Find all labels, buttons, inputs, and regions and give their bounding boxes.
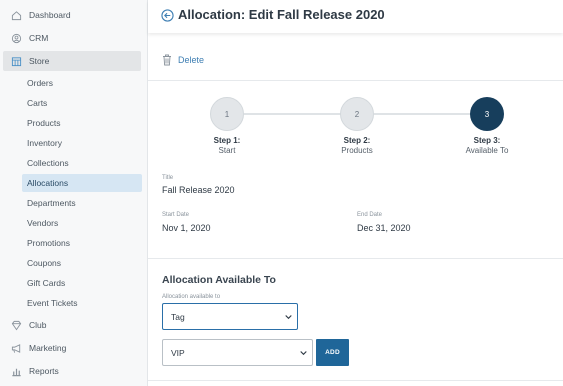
step-2-circle[interactable]: 2 [340,97,374,131]
step-3-label: Step 3: Available To [442,136,532,155]
reports-icon [9,364,23,378]
step-title: Step 2: [343,136,371,145]
allocation-type-select[interactable]: Tag [162,303,298,330]
page-title-prefix: Allocation: [178,7,246,22]
step-1-circle[interactable]: 1 [210,97,244,131]
sidebar-subitem-vendors[interactable]: Vendors [22,214,142,232]
title-field-value: Fall Release 2020 [162,185,235,195]
sidebar-subitem-inventory[interactable]: Inventory [22,134,142,152]
crm-icon [9,31,23,45]
sidebar-item-store[interactable]: Store [3,51,141,71]
sidebar-subitem-departments[interactable]: Departments [22,194,142,212]
main-content: Allocation: Edit Fall Release 2020 Delet… [148,0,563,386]
sidebar-item-label: Club [29,320,47,330]
step-subtitle: Start [218,145,236,155]
step-title: Step 1: [213,136,241,145]
sidebar-subitem-carts[interactable]: Carts [22,94,142,112]
end-date-value: Dec 31, 2020 [357,223,411,233]
page-title-main: Edit Fall Release 2020 [248,7,385,22]
tag-value: VIP [171,347,185,358]
add-button[interactable]: ADD [316,339,349,366]
sidebar-item-club[interactable]: Club [3,315,141,335]
step-connector [244,113,341,115]
page-title: Allocation: Edit Fall Release 2020 [178,7,385,22]
sidebar-subitem-promotions[interactable]: Promotions [22,234,142,252]
section-title: Allocation Available To [162,274,276,286]
sidebar-item-label: Dashboard [29,10,71,20]
delete-label: Delete [178,55,205,65]
delete-button[interactable]: Delete [162,53,204,67]
step-1-label: Step 1: Start [182,136,272,155]
sidebar-item-label: Marketing [29,343,67,353]
start-date-value: Nov 1, 2020 [162,223,211,233]
step-3-circle[interactable]: 3 [470,97,504,131]
trash-icon [163,54,171,66]
step-title: Step 3: [473,136,501,145]
allocation-type-label: Allocation available to [162,294,221,300]
tag-select[interactable]: VIP [162,339,313,366]
sidebar-subitem-coupons[interactable]: Coupons [22,254,142,272]
sidebar-subitem-products[interactable]: Products [22,114,142,132]
sidebar-item-marketing[interactable]: Marketing [3,338,141,358]
chevron-down-icon [285,314,292,319]
start-date-label: Start Date [162,212,190,218]
app: Dashboard CRM Store Orders Carts Product… [0,0,563,386]
store-icon [9,54,23,68]
marketing-icon [9,341,23,355]
sidebar-item-label: Store [29,56,50,66]
sidebar-subitem-allocations[interactable]: Allocations [22,174,142,192]
club-icon [9,318,23,332]
step-connector [374,113,471,115]
sidebar-subitem-collections[interactable]: Collections [22,154,142,172]
sidebar-item-label: CRM [29,33,49,43]
dashboard-icon [9,8,23,22]
chevron-down-icon [300,350,307,355]
divider [148,380,563,381]
divider [148,258,563,259]
back-arrow-icon[interactable] [161,9,174,22]
step-2-label: Step 2: Products [312,136,402,155]
sidebar-subitem-event-tickets[interactable]: Event Tickets [22,294,142,312]
page-header: Allocation: Edit Fall Release 2020 [148,0,563,33]
sidebar-item-reports[interactable]: Reports [3,361,141,381]
step-subtitle: Available To [465,145,509,155]
sidebar-item-dashboard[interactable]: Dashboard [3,5,141,25]
title-field-label: Title [162,175,174,181]
sidebar-subitem-orders[interactable]: Orders [22,74,142,92]
sidebar-item-label: Reports [29,366,59,376]
sidebar: Dashboard CRM Store Orders Carts Product… [0,0,148,386]
sidebar-item-crm[interactable]: CRM [3,28,141,48]
step-subtitle: Products [341,145,373,155]
allocation-type-value: Tag [171,311,185,322]
sidebar-subitem-gift-cards[interactable]: Gift Cards [22,274,142,292]
end-date-label: End Date [357,212,383,218]
divider [148,80,563,81]
